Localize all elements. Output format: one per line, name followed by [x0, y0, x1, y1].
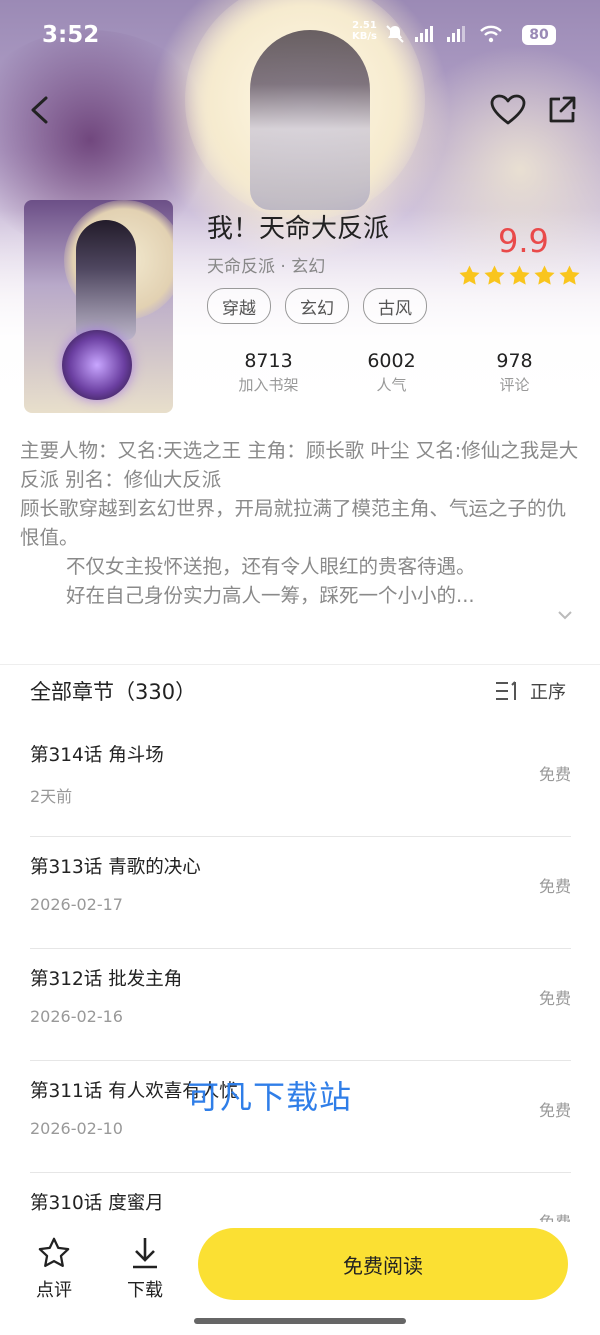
- description-line: 好在自己身份实力高人一筹，踩死一个小小的...: [66, 584, 475, 607]
- stat-bookshelf: 8713 加入书架: [238, 350, 299, 394]
- chapter-title: 第314话 角斗场: [30, 745, 164, 766]
- description-line: 顾长歌穿越到玄幻世界，开局就拉满了模范主角、气运之子的仇恨值。: [20, 497, 567, 549]
- tag-chip[interactable]: 古风: [363, 288, 427, 324]
- tag-chip[interactable]: 玄幻: [285, 288, 349, 324]
- share-icon: [549, 96, 576, 123]
- star-icon: [509, 265, 530, 285]
- star-icon: [459, 265, 480, 285]
- chapter-date: 2026-02-10: [30, 1119, 123, 1138]
- stat-popularity: 6002 人气: [367, 350, 416, 394]
- download-button[interactable]: 下载: [122, 1236, 168, 1302]
- review-label: 点评: [36, 1280, 72, 1301]
- chapter-date: 2026-02-17: [30, 895, 123, 914]
- description-line: 主要人物：又名:天选之王 主角：顾长歌 叶尘 又名:修仙之我是大反派 别名：修仙…: [20, 439, 579, 491]
- chapter-price: 免费: [538, 765, 571, 784]
- mute-bell-icon: [386, 25, 404, 43]
- sort-label: 正序: [530, 682, 566, 703]
- expand-chevron-icon[interactable]: [556, 606, 574, 624]
- chapter-row[interactable]: 第314话 角斗场 2天前 免费: [30, 725, 571, 837]
- back-arrow-icon: [31, 96, 48, 124]
- status-time: 3:52: [42, 22, 100, 48]
- star-rating: [458, 264, 581, 287]
- battery-indicator: 80: [522, 25, 556, 45]
- signal-icon-1: [415, 26, 437, 42]
- share-button[interactable]: [542, 90, 582, 130]
- book-description[interactable]: 主要人物：又名:天选之王 主角：顾长歌 叶尘 又名:修仙之我是大反派 别名：修仙…: [20, 436, 580, 620]
- chapter-price: 免费: [538, 989, 571, 1008]
- section-divider: [0, 664, 600, 665]
- description-line: 不仅女主投怀送抱，还有令人眼红的贵客待遇。: [66, 555, 476, 578]
- book-subtitle: 天命反派 · 玄幻: [207, 257, 326, 277]
- chapter-date: 2026-02-16: [30, 1007, 123, 1026]
- chapter-list-header: 全部章节（330）: [30, 680, 197, 704]
- bottom-action-bar: 点评 下载 免费阅读: [0, 1222, 600, 1335]
- chapter-price: 免费: [538, 1101, 571, 1120]
- home-indicator: [194, 1318, 406, 1324]
- sort-icon: [496, 681, 516, 700]
- net-speed: 2.51 KB/s: [352, 20, 377, 42]
- download-label: 下载: [127, 1280, 163, 1301]
- chapter-date: 2天前: [30, 787, 73, 806]
- book-cover[interactable]: [24, 200, 173, 413]
- chapter-row[interactable]: 第313话 青歌的决心 2026-02-17 免费: [30, 837, 571, 949]
- download-icon: [133, 1238, 157, 1269]
- signal-icon-2: [447, 26, 469, 42]
- back-button[interactable]: [20, 90, 60, 130]
- book-stats: 8713 加入书架 6002 人气 978 评论: [207, 350, 577, 395]
- wifi-icon: [480, 25, 502, 43]
- star-icon: [559, 265, 580, 285]
- star-icon: [484, 265, 505, 285]
- star-icon: [534, 265, 555, 285]
- heart-icon: [490, 94, 526, 125]
- tag-chip[interactable]: 穿越: [207, 288, 271, 324]
- star-outline-icon: [38, 1237, 70, 1268]
- book-title: 我！天命大反派: [207, 214, 390, 244]
- favorite-button[interactable]: [488, 90, 528, 130]
- sort-toggle[interactable]: 正序: [494, 678, 566, 704]
- chapter-title: 第312话 批发主角: [30, 969, 183, 990]
- chapter-title: 第313话 青歌的决心: [30, 857, 201, 878]
- chapter-list: 第314话 角斗场 2天前 免费 第313话 青歌的决心 2026-02-17 …: [30, 725, 571, 1284]
- chapter-row[interactable]: 第312话 批发主角 2026-02-16 免费: [30, 949, 571, 1061]
- status-bar: 3:52 2.51 KB/s 80: [0, 0, 600, 70]
- free-read-button[interactable]: 免费阅读: [198, 1228, 568, 1300]
- stat-comments[interactable]: 978 评论: [453, 350, 576, 395]
- chapter-title: 第310话 度蜜月: [30, 1193, 164, 1214]
- chapter-price: 免费: [538, 877, 571, 896]
- review-button[interactable]: 点评: [32, 1236, 76, 1302]
- watermark-text: 可凡下载站: [187, 1078, 353, 1116]
- rating-score: 9.9: [498, 222, 549, 260]
- tag-list: 穿越 玄幻 古风: [207, 288, 427, 324]
